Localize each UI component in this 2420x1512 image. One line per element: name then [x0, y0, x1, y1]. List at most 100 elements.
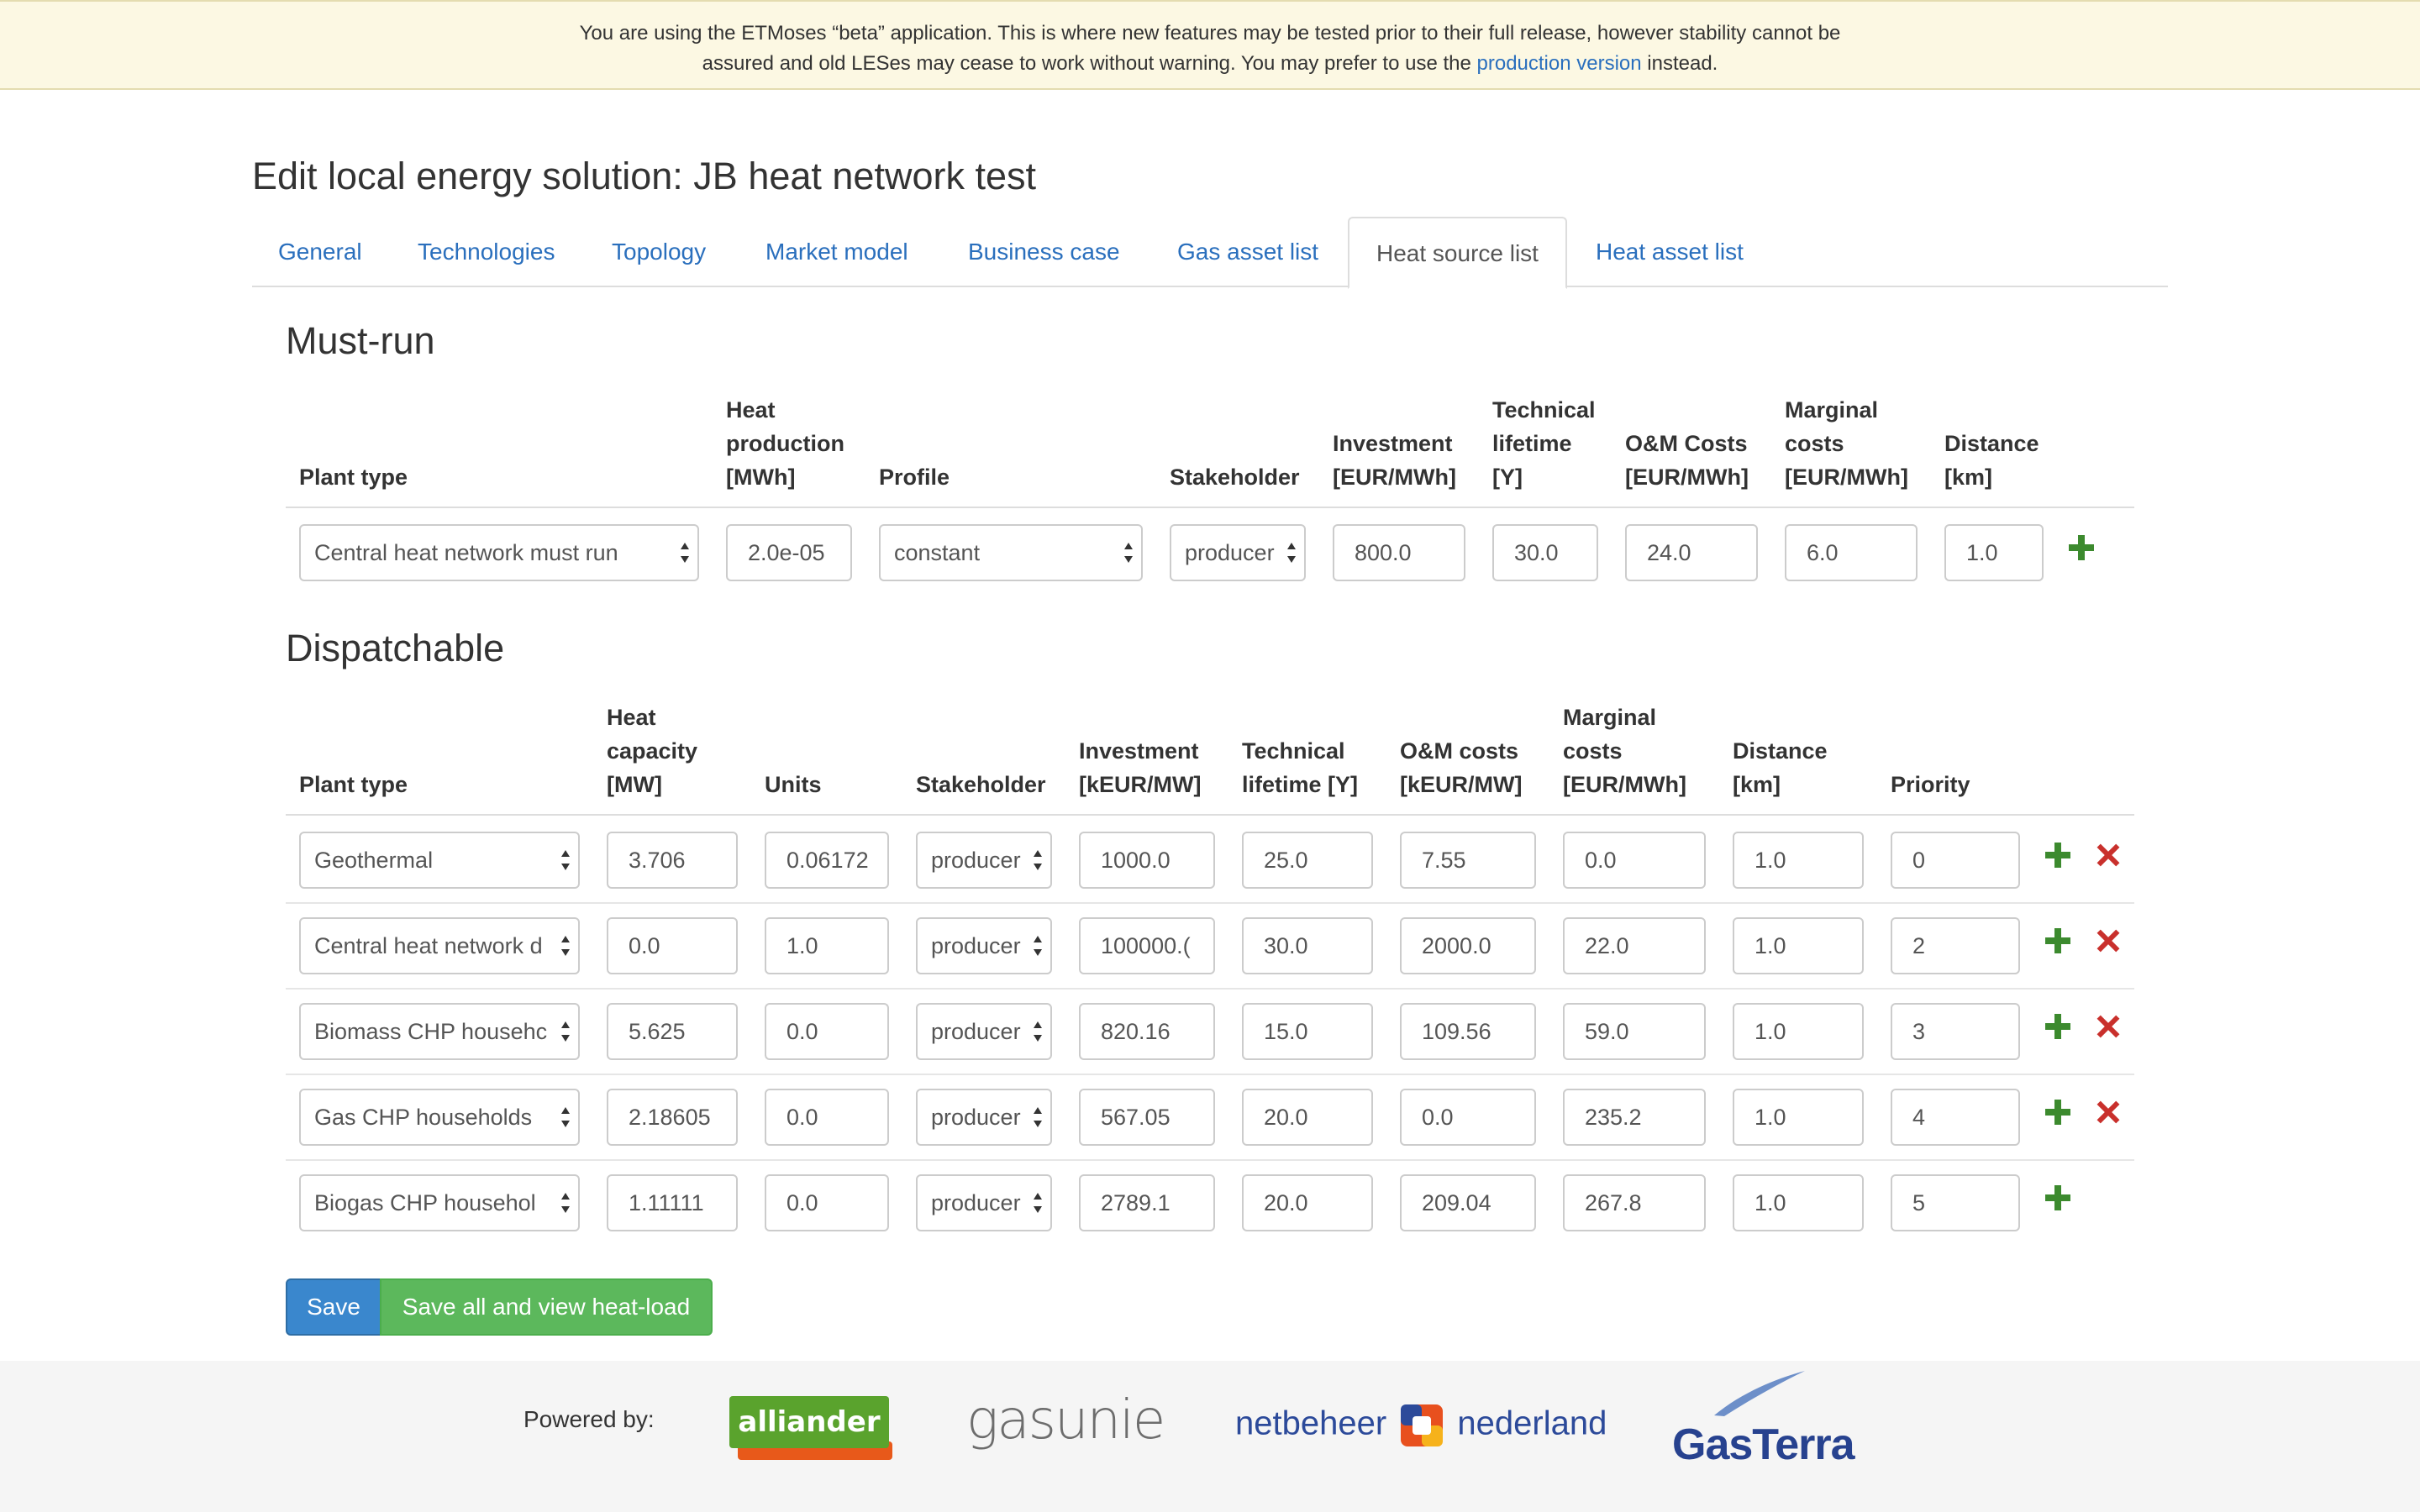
d-stakeholder-select[interactable]: producer: [916, 832, 1052, 889]
add-icon[interactable]: [2045, 928, 2070, 953]
banner-line-2: assured and old LESes may cease to work …: [702, 52, 1718, 75]
svg-text:alliander: alliander: [738, 1405, 880, 1439]
add-icon[interactable]: [2045, 1100, 2070, 1125]
d-plant-type-select[interactable]: Biomass CHP househc: [299, 1003, 580, 1060]
d-lifetime-input[interactable]: 25.0: [1242, 832, 1373, 889]
d-capacity-input[interactable]: 3.706: [607, 832, 738, 889]
select-arrows-icon: [561, 1107, 570, 1127]
d-distance-input[interactable]: 1.0: [1733, 1174, 1864, 1231]
remove-icon[interactable]: [2097, 1016, 2119, 1037]
d-units-input[interactable]: 0.0: [765, 1003, 889, 1060]
d-header-marginal: Marginal costs [EUR/MWh]: [1563, 705, 1686, 797]
d-priority-input[interactable]: 2: [1891, 917, 2020, 974]
d-units-input[interactable]: 1.0: [765, 917, 889, 974]
d-investment-input[interactable]: 1000.0: [1079, 832, 1215, 889]
add-icon[interactable]: [2045, 843, 2070, 868]
select-arrows-icon: [1287, 543, 1296, 563]
d-marginal-input[interactable]: 0.0: [1563, 832, 1706, 889]
tab-business-case[interactable]: Business case: [968, 217, 1120, 287]
d-om-input[interactable]: 2000.0: [1400, 917, 1536, 974]
d-distance-input[interactable]: 1.0: [1733, 1003, 1864, 1060]
d-stakeholder-select[interactable]: producer: [916, 1003, 1052, 1060]
gasunie-logo: gasunie: [966, 1389, 1165, 1452]
mr-profile-select[interactable]: constant: [879, 524, 1143, 581]
d-stakeholder-select[interactable]: producer: [916, 1089, 1052, 1146]
d-header-capacity: Heat capacity [MW]: [607, 705, 698, 797]
tab-heat-asset-list[interactable]: Heat asset list: [1596, 217, 1744, 287]
d-plant-type-select[interactable]: Geothermal: [299, 832, 580, 889]
gasterra-logo: GasTerra: [1672, 1371, 1855, 1470]
remove-icon[interactable]: [2097, 1101, 2119, 1123]
d-om-input[interactable]: 209.04: [1400, 1174, 1536, 1231]
mr-header-investment: Investment [EUR/MWh]: [1333, 431, 1456, 490]
mr-marginal-input[interactable]: 6.0: [1785, 524, 1918, 581]
d-investment-input[interactable]: 100000.(: [1079, 917, 1215, 974]
d-investment-input[interactable]: 567.05: [1079, 1089, 1215, 1146]
mr-om-input[interactable]: 24.0: [1625, 524, 1758, 581]
mr-header-stakeholder: Stakeholder: [1170, 465, 1300, 490]
d-capacity-input[interactable]: 0.0: [607, 917, 738, 974]
d-header-divider: [286, 814, 2134, 816]
mr-header-divider: [286, 507, 2134, 508]
d-plant-type-select[interactable]: Biogas CHP househol: [299, 1174, 580, 1231]
d-marginal-input[interactable]: 59.0: [1563, 1003, 1706, 1060]
mr-distance-input[interactable]: 1.0: [1944, 524, 2044, 581]
save-all-heat-load-button[interactable]: Save all and view heat-load: [380, 1278, 713, 1336]
d-om-input[interactable]: 7.55: [1400, 832, 1536, 889]
d-marginal-input[interactable]: 22.0: [1563, 917, 1706, 974]
mr-add-icon[interactable]: [2069, 535, 2094, 560]
d-stakeholder-select[interactable]: producer: [916, 917, 1052, 974]
tab-technologies[interactable]: Technologies: [418, 217, 555, 287]
row-divider: [286, 988, 2134, 990]
d-header-distance: Distance [km]: [1733, 738, 1828, 797]
d-capacity-input[interactable]: 2.18605: [607, 1089, 738, 1146]
d-lifetime-input[interactable]: 15.0: [1242, 1003, 1373, 1060]
d-distance-input[interactable]: 1.0: [1733, 1089, 1864, 1146]
tab-gas-asset-list[interactable]: Gas asset list: [1177, 217, 1318, 287]
d-capacity-input[interactable]: 1.11111: [607, 1174, 738, 1231]
d-priority-input[interactable]: 4: [1891, 1089, 2020, 1146]
d-capacity-input[interactable]: 5.625: [607, 1003, 738, 1060]
d-lifetime-input[interactable]: 30.0: [1242, 917, 1373, 974]
mr-plant-type-select[interactable]: Central heat network must run: [299, 524, 699, 581]
mr-header-profile: Profile: [879, 465, 950, 490]
d-priority-input[interactable]: 5: [1891, 1174, 2020, 1231]
mr-investment-input[interactable]: 800.0: [1333, 524, 1465, 581]
mr-stakeholder-select[interactable]: producer: [1170, 524, 1306, 581]
d-distance-input[interactable]: 1.0: [1733, 917, 1864, 974]
mr-lifetime-input[interactable]: 30.0: [1492, 524, 1598, 581]
d-om-input[interactable]: 109.56: [1400, 1003, 1536, 1060]
footer: [0, 1361, 2420, 1512]
mr-header-distance: Distance [km]: [1944, 431, 2039, 490]
mr-heat-production-input[interactable]: 2.0e-05: [726, 524, 852, 581]
d-header-om: O&M costs [kEUR/MW]: [1400, 738, 1523, 797]
d-marginal-input[interactable]: 267.8: [1563, 1174, 1706, 1231]
d-marginal-input[interactable]: 235.2: [1563, 1089, 1706, 1146]
d-lifetime-input[interactable]: 20.0: [1242, 1174, 1373, 1231]
add-icon[interactable]: [2045, 1014, 2070, 1039]
d-plant-type-select[interactable]: Central heat network d: [299, 917, 580, 974]
save-button[interactable]: Save: [286, 1278, 381, 1336]
d-distance-input[interactable]: 1.0: [1733, 832, 1864, 889]
add-icon[interactable]: [2045, 1185, 2070, 1210]
remove-icon[interactable]: [2097, 844, 2119, 866]
beta-warning-banner: You are using the ETMoses “beta” applica…: [0, 0, 2420, 90]
production-version-link[interactable]: production version: [1477, 52, 1642, 75]
d-investment-input[interactable]: 820.16: [1079, 1003, 1215, 1060]
d-om-input[interactable]: 0.0: [1400, 1089, 1536, 1146]
d-lifetime-input[interactable]: 20.0: [1242, 1089, 1373, 1146]
d-stakeholder-select[interactable]: producer: [916, 1174, 1052, 1231]
tab-general[interactable]: General: [278, 217, 362, 287]
d-priority-input[interactable]: 0: [1891, 832, 2020, 889]
tab-heat-source-list[interactable]: Heat source list: [1348, 217, 1567, 289]
d-plant-type-select[interactable]: Gas CHP households: [299, 1089, 580, 1146]
select-arrows-icon: [1034, 850, 1042, 870]
tab-market-model[interactable]: Market model: [765, 217, 908, 287]
d-units-input[interactable]: 0.0: [765, 1174, 889, 1231]
tab-topology[interactable]: Topology: [612, 217, 706, 287]
d-units-input[interactable]: 0.06172: [765, 832, 889, 889]
d-units-input[interactable]: 0.0: [765, 1089, 889, 1146]
d-priority-input[interactable]: 3: [1891, 1003, 2020, 1060]
remove-icon[interactable]: [2097, 930, 2119, 952]
d-investment-input[interactable]: 2789.1: [1079, 1174, 1215, 1231]
